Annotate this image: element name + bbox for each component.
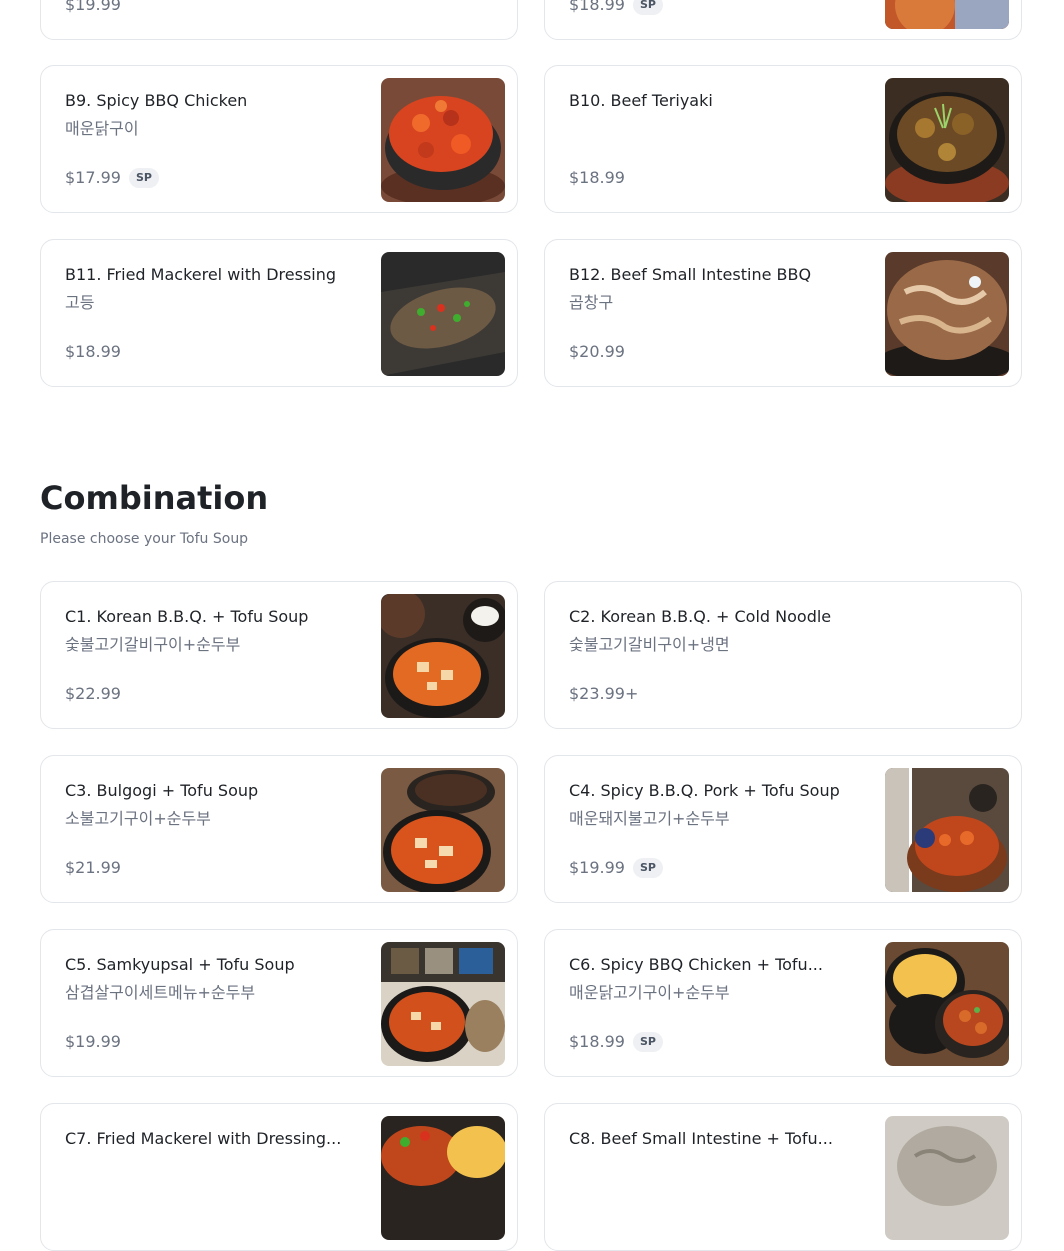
item-korean-name: 고등 [65,293,95,312]
dish-photo [381,1116,505,1240]
item-korean-name: 매운닭고기구이+순두부 [569,983,730,1002]
price-row: $21.99 [65,857,121,879]
item-price: $21.99 [65,858,121,877]
price-row: $22.99 [65,683,121,705]
dish-photo [381,78,505,202]
price-row: $19.99 [65,0,121,16]
item-price: $18.99 [569,1032,625,1051]
price-row: $18.99 SP [569,1031,663,1053]
item-price: $19.99 [65,0,121,14]
menu-item-card-c6[interactable]: C6. Spicy BBQ Chicken + Tofu... 매운닭고기구이+… [544,929,1022,1077]
spicy-badge: SP [632,1032,663,1052]
menu-item-card-b7[interactable]: $19.99 [40,0,518,40]
menu-item-card-c5[interactable]: C5. Samkyupsal + Tofu Soup 삼겹살구이세트메뉴+순두부… [40,929,518,1077]
item-title: B11. Fried Mackerel with Dressing [65,265,337,284]
item-korean-name: 곱창구 [569,293,614,312]
item-title: C1. Korean B.B.Q. + Tofu Soup [65,607,309,626]
price-row: $19.99 SP [569,857,663,879]
section-description: Please choose your Tofu Soup [40,531,249,547]
dish-photo [381,942,505,1066]
menu-item-card-c7[interactable]: C7. Fried Mackerel with Dressing... [40,1103,518,1251]
dish-photo [381,252,505,376]
item-price: $18.99 [65,342,121,361]
item-title: C6. Spicy BBQ Chicken + Tofu... [569,955,823,974]
menu-item-card-b12[interactable]: B12. Beef Small Intestine BBQ 곱창구 $20.99 [544,239,1022,387]
spicy-badge: SP [632,0,663,15]
section-title: Combination [40,479,269,517]
menu-item-card-b10[interactable]: B10. Beef Teriyaki $18.99 [544,65,1022,213]
item-title: C3. Bulgogi + Tofu Soup [65,781,259,800]
item-price: $23.99+ [569,684,639,703]
menu-item-card-c2[interactable]: C2. Korean B.B.Q. + Cold Noodle 숯불고기갈비구이… [544,581,1022,729]
item-title: B12. Beef Small Intestine BBQ [569,265,812,284]
item-korean-name: 삼겹살구이세트메뉴+순두부 [65,983,256,1002]
menu-item-card-c4[interactable]: C4. Spicy B.B.Q. Pork + Tofu Soup 매운돼지불고… [544,755,1022,903]
item-korean-name: 숯불고기갈비구이+냉면 [569,635,730,654]
menu-item-card-c3[interactable]: C3. Bulgogi + Tofu Soup 소불고기구이+순두부 $21.9… [40,755,518,903]
dish-photo [885,78,1009,202]
item-price: $17.99 [65,168,121,187]
item-title: B10. Beef Teriyaki [569,91,713,110]
item-title: B9. Spicy BBQ Chicken [65,91,248,110]
menu-item-card-b9[interactable]: B9. Spicy BBQ Chicken 매운닭구이 $17.99 SP [40,65,518,213]
dish-photo [885,0,1009,29]
item-title: C5. Samkyupsal + Tofu Soup [65,955,295,974]
item-price: $19.99 [569,858,625,877]
item-title: C2. Korean B.B.Q. + Cold Noodle [569,607,832,626]
item-price: $22.99 [65,684,121,703]
dish-photo [381,594,505,718]
price-row: $19.99 [65,1031,121,1053]
dish-photo [885,768,1009,892]
item-korean-name: 숯불고기갈비구이+순두부 [65,635,241,654]
price-row: $23.99+ [569,683,638,705]
price-row: $18.99 SP [569,0,663,16]
item-korean-name: 소불고기구이+순두부 [65,809,211,828]
menu-item-card-b11[interactable]: B11. Fried Mackerel with Dressing 고등 $18… [40,239,518,387]
dish-photo [885,942,1009,1066]
item-title: C4. Spicy B.B.Q. Pork + Tofu Soup [569,781,840,800]
dish-photo [885,1116,1009,1240]
menu-item-card-c8[interactable]: C8. Beef Small Intestine + Tofu... [544,1103,1022,1251]
item-korean-name: 매운닭구이 [65,119,139,138]
item-price: $18.99 [569,168,625,187]
dish-photo [381,768,505,892]
item-title: C8. Beef Small Intestine + Tofu... [569,1129,833,1148]
spicy-badge: SP [128,168,159,188]
spicy-badge: SP [632,858,663,878]
dish-photo [885,252,1009,376]
price-row: $20.99 [569,341,625,363]
price-row: $18.99 [65,341,121,363]
item-price: $20.99 [569,342,625,361]
item-title: C7. Fried Mackerel with Dressing... [65,1129,342,1148]
item-price: $19.99 [65,1032,121,1051]
price-row: $17.99 SP [65,167,159,189]
menu-item-card-c1[interactable]: C1. Korean B.B.Q. + Tofu Soup 숯불고기갈비구이+순… [40,581,518,729]
item-korean-name: 매운돼지불고기+순두부 [569,809,730,828]
price-row: $18.99 [569,167,625,189]
item-price: $18.99 [569,0,625,14]
menu-item-card-b8[interactable]: $18.99 SP [544,0,1022,40]
